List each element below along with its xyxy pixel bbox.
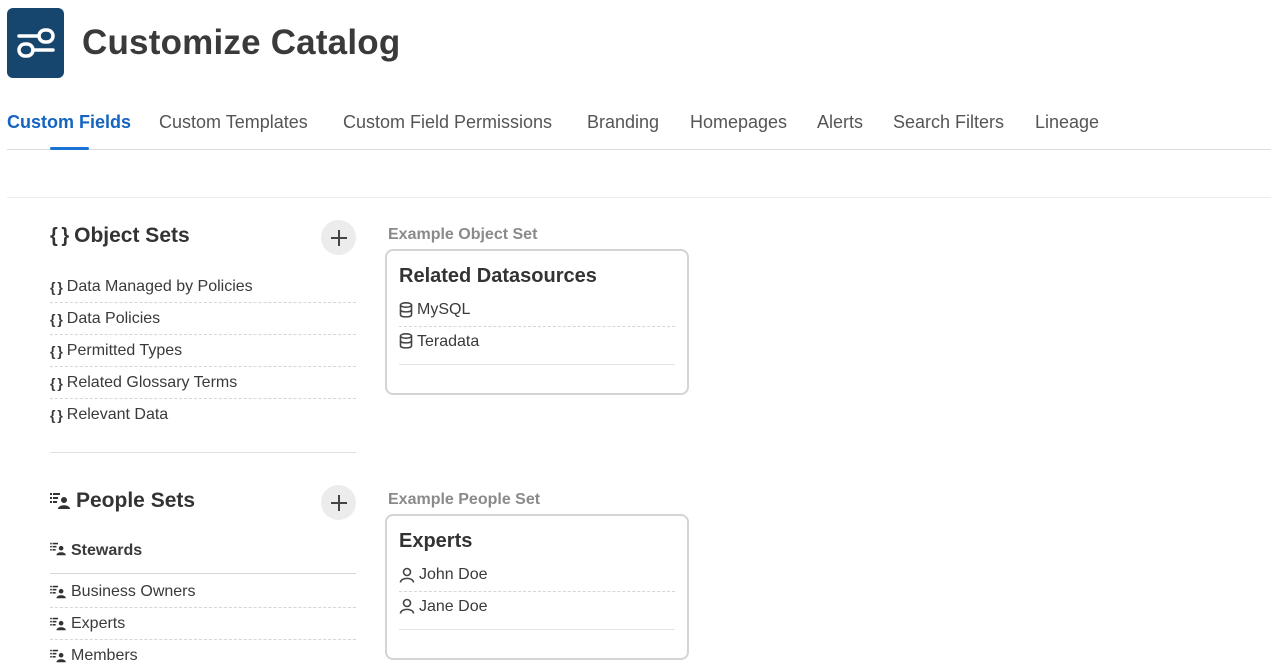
tab-search-filters[interactable]: Search Filters bbox=[893, 112, 1004, 133]
database-icon bbox=[399, 333, 413, 349]
list-item[interactable]: Business Owners bbox=[50, 576, 356, 608]
add-object-set-button[interactable] bbox=[321, 220, 356, 255]
active-tab-indicator bbox=[50, 147, 89, 150]
list-item-label: Relevant Data bbox=[66, 406, 169, 423]
people-list-icon bbox=[50, 617, 66, 631]
object-sets-list: { } Data Managed by Policies { } Data Po… bbox=[50, 271, 356, 431]
list-item-label: Members bbox=[71, 647, 138, 664]
people-list-icon bbox=[50, 649, 66, 663]
list-item-label: Stewards bbox=[71, 542, 143, 559]
example-people-set-card: Experts John Doe Jane Doe bbox=[385, 514, 689, 660]
list-item-label: Data Policies bbox=[66, 309, 161, 327]
example-card-title: Related Datasources bbox=[399, 265, 597, 287]
braces-icon: { } bbox=[50, 407, 63, 423]
list-item[interactable]: { } Relevant Data bbox=[50, 399, 356, 431]
tab-custom-templates[interactable]: Custom Templates bbox=[159, 112, 308, 133]
tab-homepages[interactable]: Homepages bbox=[690, 112, 787, 133]
add-people-set-button[interactable] bbox=[321, 485, 356, 520]
tab-custom-fields[interactable]: Custom Fields bbox=[7, 112, 131, 133]
example-row-label: John Doe bbox=[419, 566, 488, 583]
people-sets-list: Stewards Business Owners Experts Members bbox=[50, 536, 356, 672]
example-people-set-label: Example People Set bbox=[388, 491, 541, 508]
object-sets-title: Object Sets bbox=[74, 224, 190, 247]
list-item[interactable]: Experts bbox=[50, 608, 356, 640]
example-row-label: Teradata bbox=[417, 333, 480, 350]
people-list-icon bbox=[50, 585, 66, 599]
tab-alerts[interactable]: Alerts bbox=[817, 112, 863, 133]
database-icon bbox=[399, 302, 413, 318]
page-title: Customize Catalog bbox=[82, 23, 401, 62]
example-row: Teradata bbox=[399, 327, 675, 365]
list-item[interactable]: { } Data Policies bbox=[50, 303, 356, 335]
people-list-icon bbox=[50, 542, 66, 556]
list-item-label: Business Owners bbox=[71, 582, 196, 600]
people-list-icon bbox=[50, 492, 70, 510]
list-item[interactable]: { } Permitted Types bbox=[50, 335, 356, 367]
list-item[interactable]: { } Data Managed by Policies bbox=[50, 271, 356, 303]
plus-icon bbox=[330, 229, 347, 246]
tab-custom-field-permissions[interactable]: Custom Field Permissions bbox=[343, 112, 552, 133]
braces-icon: { } bbox=[50, 224, 69, 247]
example-object-set-label: Example Object Set bbox=[388, 226, 538, 243]
example-card-title: Experts bbox=[399, 530, 473, 552]
braces-icon: { } bbox=[50, 278, 63, 295]
list-item-label: Experts bbox=[71, 614, 126, 632]
list-item-label: Related Glossary Terms bbox=[66, 373, 238, 391]
tab-bar: Custom Fields Custom Templates Custom Fi… bbox=[7, 110, 1271, 150]
example-row: John Doe bbox=[399, 559, 675, 592]
tab-branding[interactable]: Branding bbox=[587, 112, 659, 133]
list-item[interactable]: { } Related Glossary Terms bbox=[50, 367, 356, 399]
list-divider bbox=[50, 452, 356, 453]
braces-icon: { } bbox=[50, 374, 63, 391]
page-header: Customize Catalog bbox=[7, 8, 400, 78]
list-item-label: Permitted Types bbox=[66, 341, 183, 359]
example-row: Jane Doe bbox=[399, 592, 675, 630]
list-item[interactable]: Stewards bbox=[50, 536, 356, 574]
list-item[interactable]: Members bbox=[50, 640, 356, 672]
people-sets-heading: People Sets bbox=[50, 489, 195, 513]
section-divider bbox=[7, 197, 1271, 198]
tab-lineage[interactable]: Lineage bbox=[1035, 112, 1099, 133]
example-row: MySQL bbox=[399, 294, 675, 327]
braces-icon: { } bbox=[50, 310, 63, 327]
person-icon bbox=[399, 567, 415, 583]
person-icon bbox=[399, 598, 415, 614]
example-object-set-card: Related Datasources MySQL Teradata bbox=[385, 249, 689, 395]
plus-icon bbox=[330, 494, 347, 511]
people-sets-title: People Sets bbox=[76, 489, 196, 512]
braces-icon: { } bbox=[50, 342, 63, 359]
settings-sliders-icon bbox=[7, 8, 64, 78]
example-row-label: MySQL bbox=[417, 301, 471, 318]
list-item-label: Data Managed by Policies bbox=[66, 277, 253, 295]
example-row-label: Jane Doe bbox=[419, 598, 488, 615]
object-sets-heading: { } Object Sets bbox=[50, 224, 190, 248]
